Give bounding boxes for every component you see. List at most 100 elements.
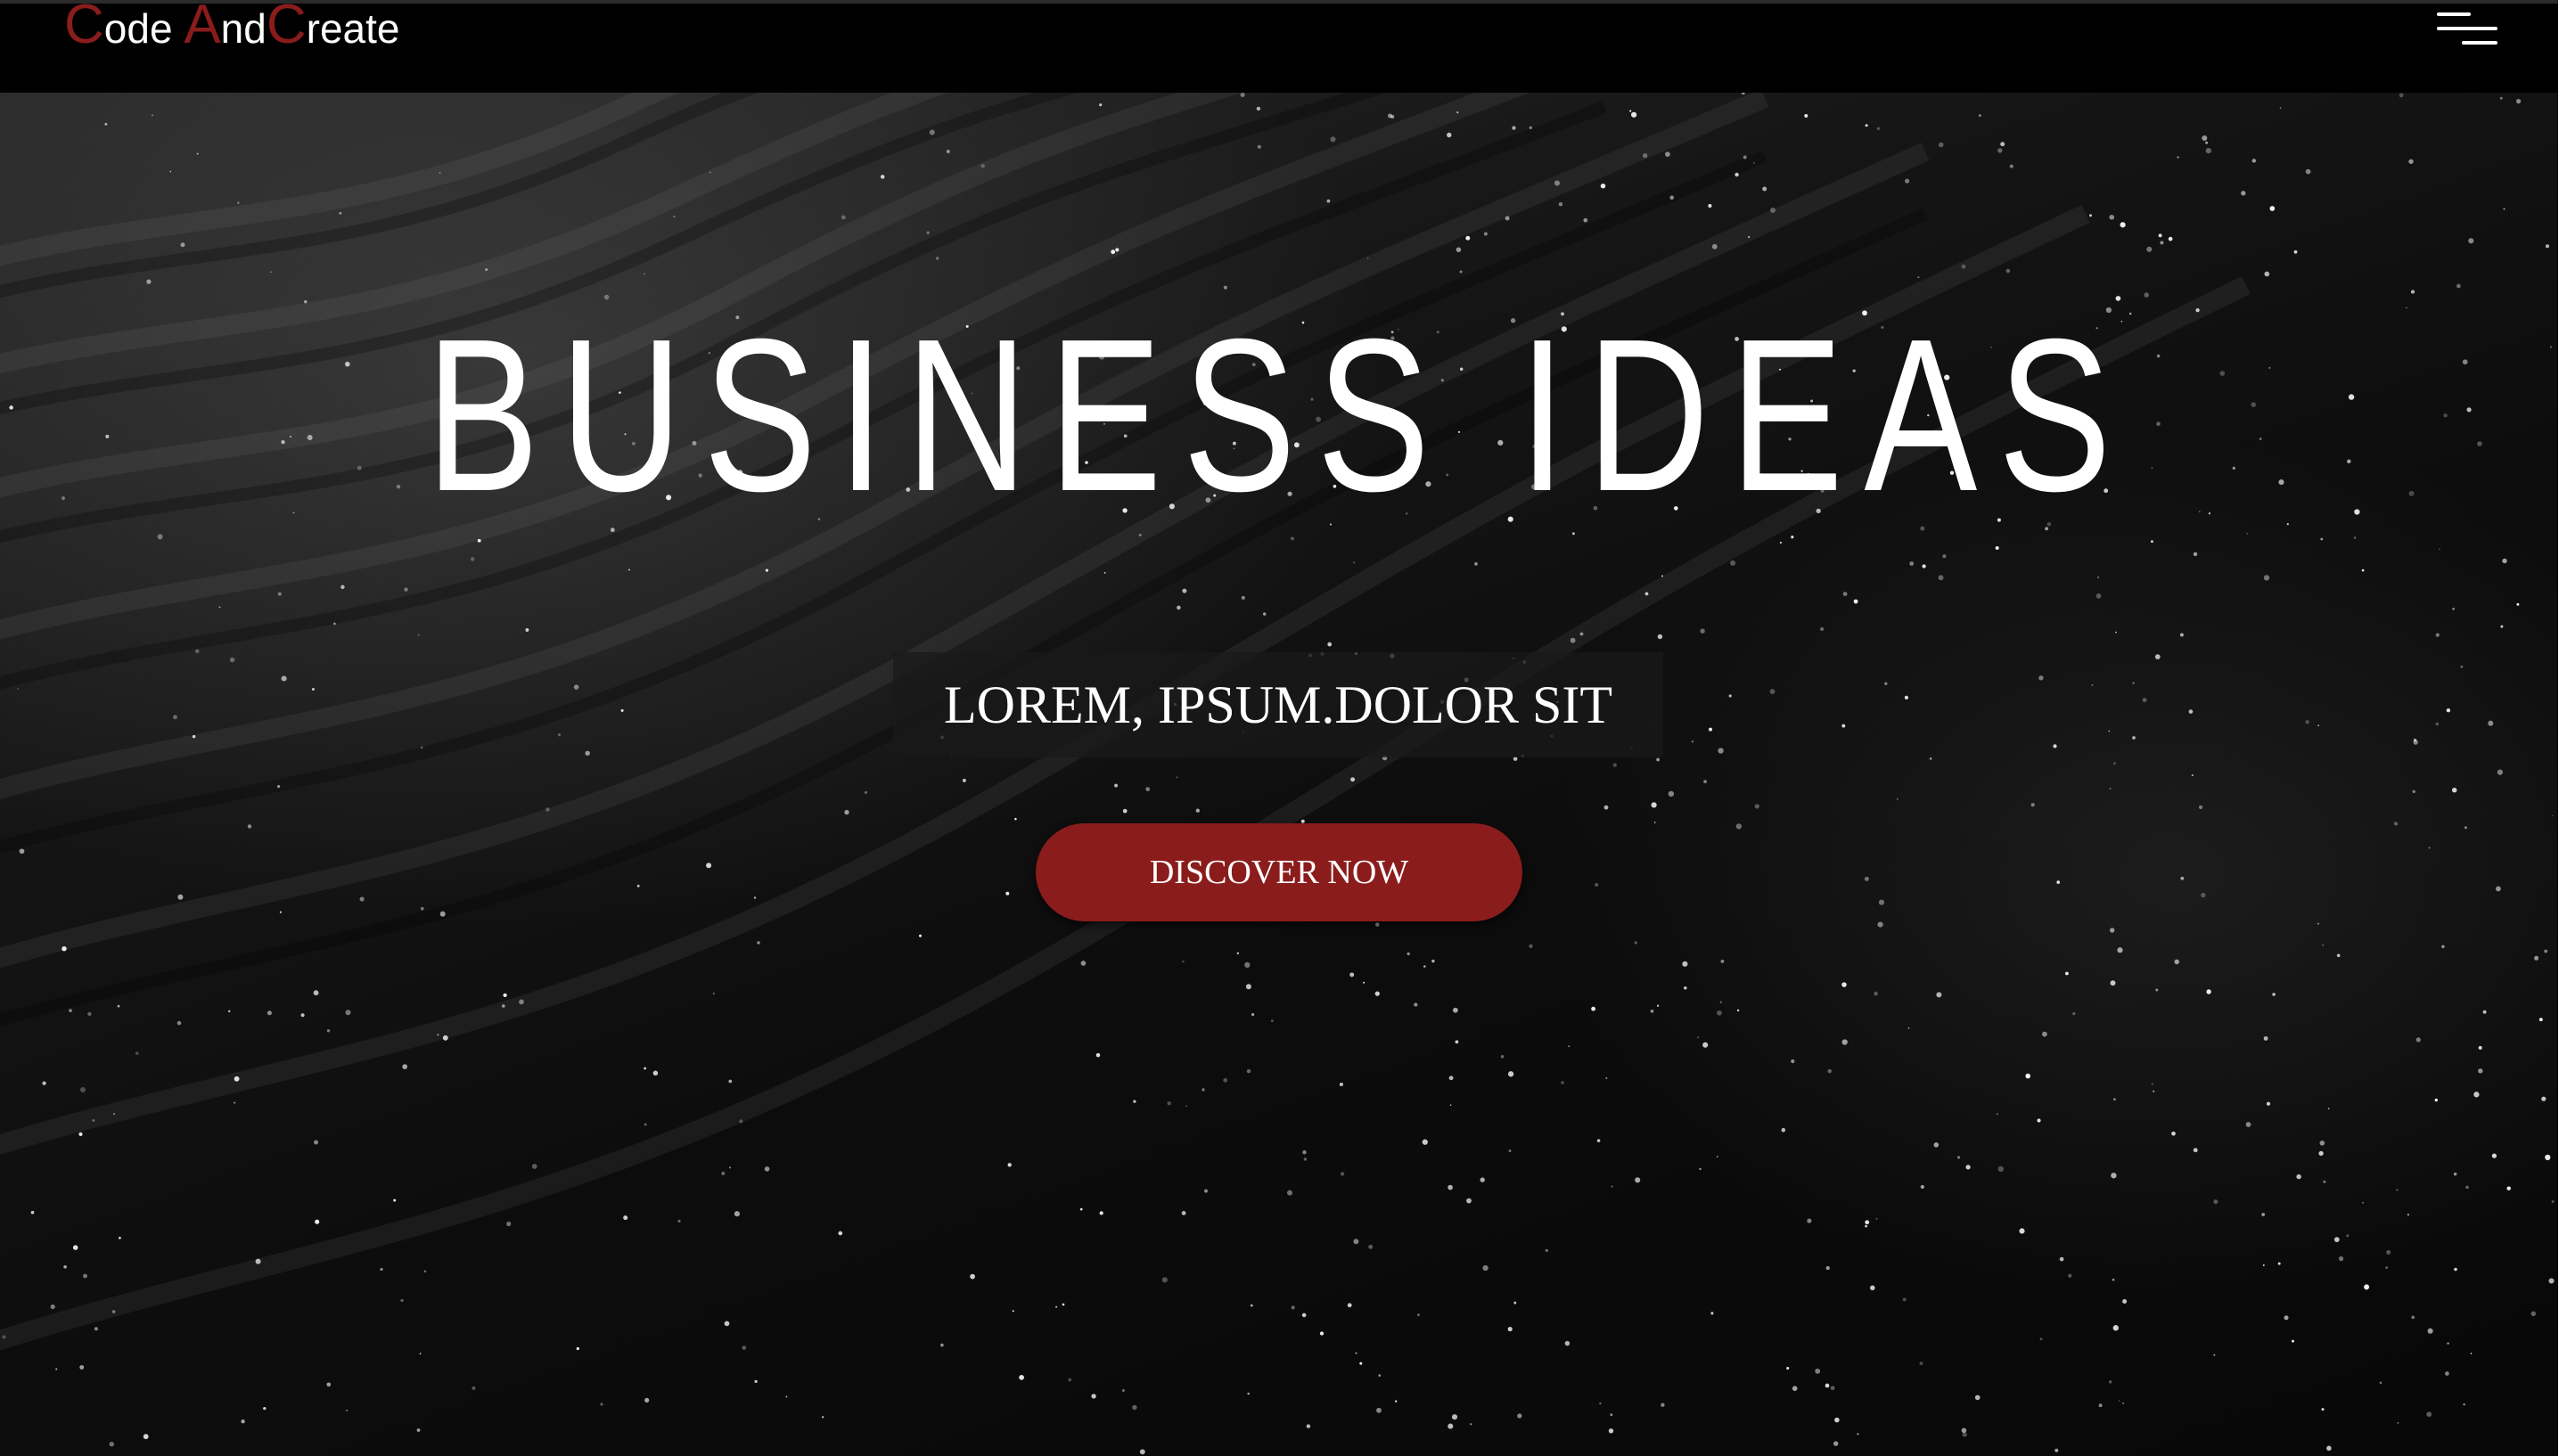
- sand-sparkle: [1347, 1303, 1352, 1308]
- sand-sparkle: [2213, 1354, 2216, 1356]
- sand-sparkle: [1005, 891, 1010, 896]
- sand-sparkle: [1513, 1301, 1517, 1305]
- sand-sparkle: [2338, 1256, 2344, 1262]
- sand-sparkle: [180, 242, 185, 248]
- sand-sparkle: [627, 568, 630, 571]
- sand-sparkle: [2, 1335, 6, 1339]
- sand-sparkle: [2117, 947, 2123, 953]
- hamburger-menu-icon[interactable]: [2430, 11, 2501, 55]
- sand-sparkle: [92, 1118, 95, 1122]
- sand-sparkle: [935, 257, 939, 260]
- sand-sparkle: [1291, 1305, 1295, 1310]
- sand-sparkle: [1455, 1040, 1459, 1044]
- sand-sparkle: [2262, 1264, 2265, 1266]
- logo-letter-c: C: [64, 0, 104, 55]
- sand-sparkle: [2386, 1249, 2391, 1255]
- sand-sparkle: [255, 1258, 261, 1264]
- sand-sparkle: [1919, 1362, 1923, 1366]
- sand-sparkle: [279, 911, 282, 913]
- sand-sparkle: [2072, 1012, 2076, 1016]
- sand-sparkle: [143, 1434, 149, 1440]
- sand-sparkle: [340, 585, 345, 590]
- sand-sparkle: [1327, 642, 1333, 647]
- sand-sparkle: [326, 1382, 332, 1387]
- sand-sparkle: [1728, 694, 1732, 698]
- sand-sparkle: [2150, 540, 2153, 544]
- logo-text-reate: reate: [306, 5, 400, 52]
- sand-sparkle: [1703, 780, 1707, 783]
- sand-sparkle: [2551, 814, 2554, 817]
- sand-sparkle: [864, 790, 867, 794]
- sand-sparkle: [79, 1086, 86, 1093]
- sand-sparkle: [1350, 777, 1356, 782]
- sand-sparkle: [1769, 689, 1776, 695]
- sand-sparkle: [712, 992, 716, 995]
- sand-sparkle: [1223, 1077, 1228, 1083]
- logo-text-nd: nd: [220, 5, 267, 52]
- sand-sparkle: [1668, 790, 1675, 798]
- sand-sparkle: [1792, 1386, 1798, 1391]
- sand-sparkle: [62, 496, 65, 501]
- sand-sparkle: [1650, 1009, 1654, 1013]
- sand-sparkle: [2108, 1380, 2112, 1384]
- sand-sparkle: [1834, 1417, 1840, 1423]
- sand-sparkle: [104, 122, 108, 126]
- site-logo[interactable]: Code AndCreate: [64, 0, 399, 55]
- sand-sparkle: [2456, 283, 2461, 289]
- sand-sparkle: [644, 1123, 647, 1126]
- sand-sparkle: [393, 1198, 397, 1202]
- sand-sparkle: [2354, 509, 2360, 515]
- sand-sparkle: [1996, 1113, 1998, 1116]
- sand-sparkle: [1825, 1266, 1830, 1271]
- sand-sparkle: [2213, 1199, 2218, 1205]
- sand-sparkle: [1195, 808, 1200, 813]
- sand-sparkle: [644, 1067, 646, 1070]
- sand-sparkle: [83, 1273, 87, 1279]
- sand-sparkle: [2465, 1185, 2469, 1190]
- sand-sparkle: [2272, 993, 2276, 996]
- sand-sparkle: [2039, 1337, 2043, 1341]
- sand-sparkle: [1702, 1042, 1709, 1048]
- sand-sparkle: [1176, 776, 1178, 779]
- sand-sparkle: [2502, 558, 2507, 564]
- sand-sparkle: [2326, 1445, 2332, 1452]
- discover-now-button[interactable]: DISCOVER NOW: [1036, 823, 1522, 921]
- sand-sparkle: [1422, 1139, 1428, 1145]
- sand-sparkle: [1961, 264, 1966, 269]
- sand-sparkle: [1936, 992, 1942, 998]
- sand-sparkle: [919, 934, 922, 937]
- sand-sparkle: [1697, 1036, 1700, 1039]
- sand-sparkle: [706, 863, 712, 869]
- sand-sparkle: [1465, 235, 1471, 241]
- sand-sparkle: [1453, 1007, 1458, 1013]
- sand-sparkle: [1743, 155, 1747, 160]
- sand-sparkle: [1161, 1277, 1168, 1283]
- sand-sparkle: [1469, 1423, 1472, 1426]
- sand-sparkle: [1423, 965, 1426, 968]
- sand-sparkle: [1349, 972, 1355, 977]
- sand-sparkle: [2037, 1118, 2041, 1123]
- sand-sparkle: [1466, 1198, 1472, 1204]
- sand-sparkle: [2323, 1180, 2326, 1183]
- sand-sparkle: [1907, 1027, 1910, 1029]
- sand-sparkle: [1339, 1082, 1343, 1087]
- sand-sparkle: [739, 1119, 743, 1124]
- sand-sparkle: [2452, 607, 2455, 610]
- sand-sparkle: [2397, 1422, 2399, 1424]
- sand-sparkle: [2348, 394, 2355, 400]
- sand-sparkle: [1301, 1313, 1307, 1318]
- sand-sparkle: [1447, 132, 1452, 138]
- sand-sparkle: [1841, 1039, 1848, 1045]
- sand-sparkle: [2263, 575, 2270, 581]
- sand-sparkle: [1374, 991, 1380, 996]
- sand-sparkle: [2112, 1325, 2119, 1331]
- sand-sparkle: [241, 1419, 245, 1424]
- sand-sparkle: [2038, 675, 2044, 681]
- sand-sparkle: [2110, 980, 2116, 986]
- sand-sparkle: [503, 993, 507, 998]
- sand-sparkle: [2385, 1266, 2389, 1270]
- sand-sparkle: [1291, 536, 1294, 541]
- sand-sparkle: [1995, 545, 1999, 551]
- sand-sparkle: [151, 114, 154, 117]
- sand-sparkle: [2466, 407, 2472, 413]
